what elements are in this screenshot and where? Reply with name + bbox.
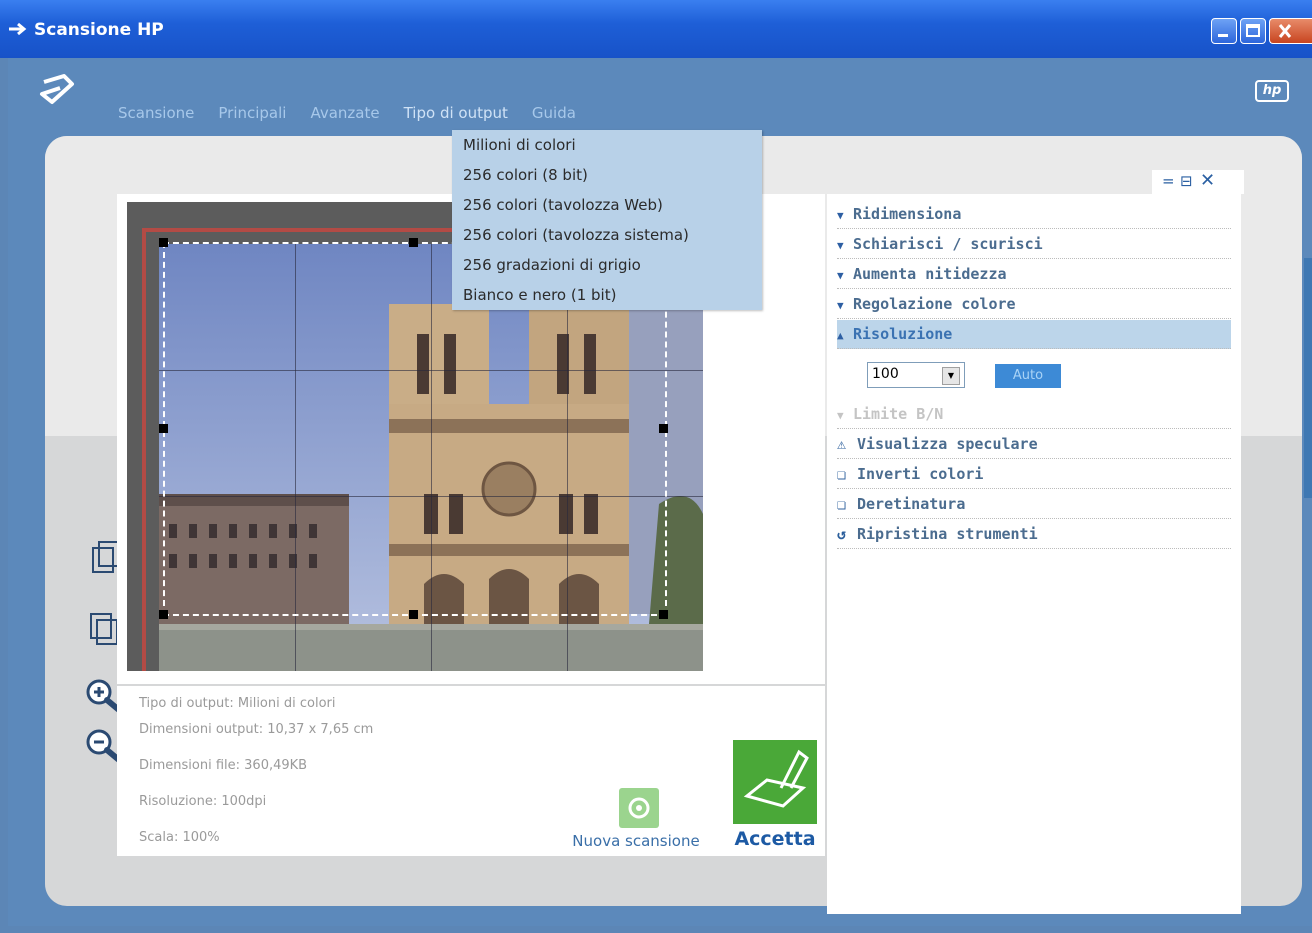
tool-inverti-colori[interactable]: ❏ Inverti colori [837,460,1231,489]
crop-handle-se[interactable] [659,610,668,619]
collapse-arrow-icon: ▼ [837,409,844,422]
maximize-icon [1246,24,1260,37]
info-resolution: Risoluzione: 100dpi [139,794,267,809]
accept-button[interactable]: Accetta [725,740,825,856]
menu-tipo-di-output[interactable]: Tipo di output [404,102,520,124]
menu-avanzate[interactable]: Avanzate [310,102,391,124]
panel-controls: = ⊟ ✕ [1152,170,1244,194]
menu-guida[interactable]: Guida [532,102,588,124]
minimize-icon [1218,34,1228,37]
tool-regolazione-colore[interactable]: ▼ Regolazione colore [837,290,1231,319]
tool-label: Ridimensiona [853,205,962,223]
new-scan-button[interactable]: Nuova scansione [555,788,717,852]
scan-info: Tipo di output: Milioni di colori Dimens… [117,686,825,856]
collapse-arrow-icon: ▼ [837,269,844,282]
resolution-select[interactable]: 100 ▼ [867,362,965,388]
info-scale: Scala: 100% [139,830,220,845]
tool-limite-bn: ▼ Limite B/N [837,400,1231,429]
panel-close-icon[interactable]: ✕ [1200,170,1215,191]
output-type-dropdown: Milioni di colori 256 colori (8 bit) 256… [452,130,762,310]
scanner-arrow-icon [9,22,27,36]
crop-handle-nw[interactable] [159,238,168,247]
title-bar: Scansione HP [0,0,1312,58]
close-button[interactable] [1269,18,1312,44]
crop-handle-sw[interactable] [159,610,168,619]
undo-icon: ↺ [837,525,847,543]
expand-arrow-icon: ▲ [837,329,844,342]
auto-button[interactable]: Auto [995,364,1061,388]
collapse-arrow-icon: ▼ [837,209,844,222]
tool-label: Visualizza speculare [857,435,1038,453]
crop-handle-n[interactable] [409,238,418,247]
menu-bar: Scansione Principali Avanzate Tipo di ou… [118,102,600,124]
option-256-colori-8bit[interactable]: 256 colori (8 bit) [463,160,759,190]
window-title: Scansione HP [34,20,164,40]
right-edge-tab [1304,258,1312,498]
hp-scan-logo-icon [40,74,74,104]
tool-label: Ripristina strumenti [857,525,1038,543]
option-milioni-colori[interactable]: Milioni di colori [463,130,759,160]
tool-label: Limite B/N [853,405,944,423]
option-bianco-nero[interactable]: Bianco e nero (1 bit) [463,280,759,310]
info-file-size: Dimensioni file: 360,49KB [139,758,308,773]
tool-label: Schiarisci / scurisci [853,235,1043,253]
tool-label: Deretinatura [857,495,966,513]
panel-menu-icon[interactable]: = [1162,172,1175,190]
collapse-arrow-icon: ▼ [837,299,844,312]
mirror-icon: ⚠ [837,435,847,453]
tool-label: Risoluzione [853,325,953,343]
chevron-down-icon[interactable]: ▼ [942,367,960,385]
scanner-icon [733,740,817,824]
info-output-size: Dimensioni output: 10,37 x 7,65 cm [139,722,374,737]
crop-handle-e[interactable] [659,424,668,433]
tool-risoluzione[interactable]: ▲ Risoluzione [837,320,1231,349]
tool-label: Regolazione colore [853,295,1016,313]
minimize-button[interactable] [1211,18,1237,44]
tool-ridimensiona[interactable]: ▼ Ridimensiona [837,200,1231,229]
tool-deretinatura[interactable]: ❏ Deretinatura [837,490,1231,519]
tools-panel: = ⊟ ✕ ▼ Ridimensiona ▼ Schiarisci / scuris… [827,170,1244,914]
maximize-button[interactable] [1240,18,1266,44]
info-output-type: Tipo di output: Milioni di colori [139,696,336,711]
option-256-colori-web[interactable]: 256 colori (tavolozza Web) [463,190,759,220]
new-scan-icon [619,788,659,828]
menu-scansione[interactable]: Scansione [118,102,206,124]
crop-handle-w[interactable] [159,424,168,433]
tool-label: Inverti colori [857,465,984,483]
hp-brand-icon: hp [1255,80,1289,102]
tool-label: Aumenta nitidezza [853,265,1007,283]
new-scan-label: Nuova scansione [572,832,700,850]
menu-principali[interactable]: Principali [218,102,298,124]
panel-restore-icon[interactable]: ⊟ [1180,172,1193,190]
close-icon [1278,24,1292,38]
resolution-value: 100 [872,366,899,382]
option-256-colori-sistema[interactable]: 256 colori (tavolozza sistema) [463,220,759,250]
tool-visualizza-speculare[interactable]: ⚠ Visualizza speculare [837,430,1231,459]
tool-ripristina[interactable]: ↺ Ripristina strumenti [837,520,1231,549]
tool-schiarisci[interactable]: ▼ Schiarisci / scurisci [837,230,1231,259]
invert-icon: ❏ [837,465,847,483]
accept-label: Accetta [734,828,816,850]
crop-handle-s[interactable] [409,610,418,619]
collapse-arrow-icon: ▼ [837,239,844,252]
descreen-icon: ❏ [837,495,847,513]
option-256-grigio[interactable]: 256 gradazioni di grigio [463,250,759,280]
tool-nitidezza[interactable]: ▼ Aumenta nitidezza [837,260,1231,289]
